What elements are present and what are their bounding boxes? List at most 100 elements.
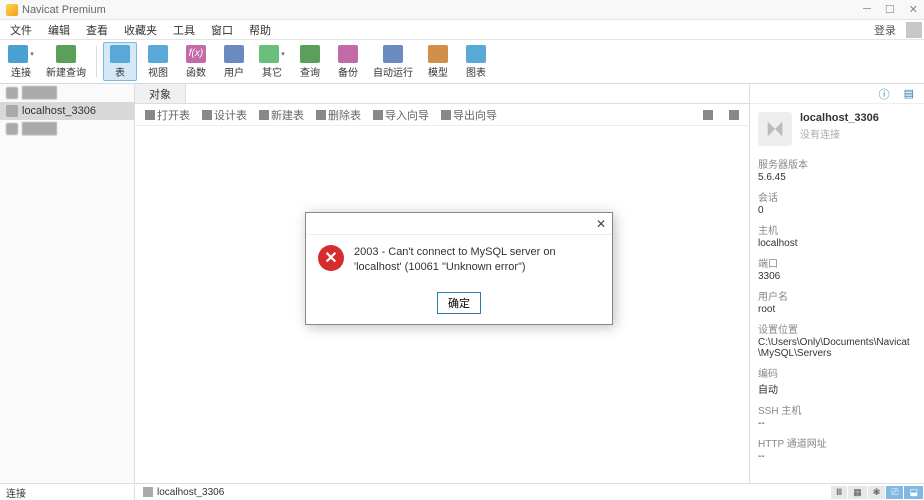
prop-3: 端口3306	[758, 255, 916, 282]
prop-key: 设置位置	[758, 321, 916, 336]
subtoolbar-4[interactable]: 导入向导	[367, 105, 435, 125]
prop-8: HTTP 通道网址--	[758, 435, 916, 462]
connection-name: localhost_3306	[800, 112, 879, 124]
toolbar-obj-6-label: 备份	[338, 64, 358, 79]
toolbar-obj-0[interactable]: 表	[103, 42, 137, 81]
prop-key: SSH 主机	[758, 402, 916, 417]
toolbar-obj-7[interactable]: 自动运行	[369, 42, 417, 81]
toolbar-obj-5-label: 查询	[300, 64, 320, 79]
toolbar-obj-1[interactable]: 视图	[141, 42, 175, 81]
prop-value: root	[758, 304, 916, 315]
tool-icon	[145, 110, 155, 120]
seg-3[interactable]: ❃	[868, 486, 886, 499]
minimize-icon[interactable]: ─	[863, 3, 871, 16]
toolbar-separator	[96, 46, 97, 77]
connection-icon	[758, 112, 792, 146]
toolbar-0-icon	[8, 45, 28, 63]
toolbar-1-icon	[56, 45, 76, 63]
prop-key: 服务器版本	[758, 156, 916, 171]
sidebar-label: █████	[22, 87, 56, 99]
seg-2[interactable]: ▦	[848, 486, 867, 499]
status-right: Ⅲ ▦ ❃ ⎚ ⬓	[831, 486, 924, 499]
sidebar-label: █████	[22, 123, 56, 135]
toolbar-0[interactable]: ▾ 连接	[4, 42, 38, 81]
subtoolbar-label: 打开表	[157, 107, 190, 123]
chevron-down-icon: ▾	[281, 50, 285, 58]
toolbar-obj-4-label: 其它	[262, 64, 282, 79]
tool-icon	[373, 110, 383, 120]
subtoolbar-5[interactable]: 导出向导	[435, 105, 503, 125]
maximize-icon[interactable]: ☐	[885, 3, 895, 16]
seg-4[interactable]: ⎚	[886, 486, 903, 499]
prop-0: 服务器版本5.6.45	[758, 156, 916, 183]
info-icon[interactable]: ⓘ	[879, 86, 890, 102]
toolbar-obj-3-icon	[224, 45, 244, 63]
toolbar-obj-3[interactable]: 用户	[217, 42, 251, 81]
error-icon: ✕	[318, 245, 344, 271]
seg-1[interactable]: Ⅲ	[831, 486, 847, 499]
prop-value: --	[758, 418, 916, 429]
prop-value: 0	[758, 205, 916, 216]
chevron-down-icon: ▾	[30, 50, 34, 58]
toolbar-obj-2[interactable]: f(x)函数	[179, 42, 213, 81]
prop-value: C:\Users\Only\Documents\Navicat\MySQL\Se…	[758, 337, 916, 359]
db-icon	[6, 123, 18, 135]
view-toggle-icon[interactable]	[697, 108, 719, 122]
toolbar-obj-5[interactable]: 查询	[293, 42, 327, 81]
toolbar-obj-4[interactable]: ▾ 其它	[255, 42, 289, 81]
toolbar-obj-6-icon	[338, 45, 358, 63]
list-icon[interactable]: ▤	[904, 87, 914, 100]
toolbar-obj-8[interactable]: 模型	[421, 42, 455, 81]
avatar-icon[interactable]	[906, 22, 922, 38]
login-link[interactable]: 登录	[868, 22, 902, 38]
toolbar-obj-7-label: 自动运行	[373, 64, 413, 79]
dialog-ok-button[interactable]: 确定	[437, 292, 481, 314]
right-panel: ⓘ ▤ localhost_3306 没有连接 服务器版本5.6.45会话0主机…	[749, 84, 924, 483]
sidebar: █████ localhost_3306 █████	[0, 84, 135, 483]
menu-6[interactable]: 帮助	[241, 22, 279, 38]
toolbar-obj-6[interactable]: 备份	[331, 42, 365, 81]
tool-icon	[441, 110, 451, 120]
status-left: 连接	[0, 485, 135, 500]
subtoolbar-1[interactable]: 设计表	[196, 105, 253, 125]
prop-7: SSH 主机--	[758, 402, 916, 429]
tool-icon	[202, 110, 212, 120]
seg-5[interactable]: ⬓	[904, 486, 923, 499]
subtoolbar-label: 新建表	[271, 107, 304, 123]
subtoolbar-label: 导出向导	[453, 107, 497, 123]
subtoolbar-3[interactable]: 删除表	[310, 105, 367, 125]
menu-0[interactable]: 文件	[2, 22, 40, 38]
subtoolbar-label: 删除表	[328, 107, 361, 123]
sidebar-item-1[interactable]: localhost_3306	[0, 102, 134, 120]
dialog-close-icon[interactable]: ✕	[596, 217, 606, 231]
toolbar-obj-0-icon	[110, 45, 130, 63]
error-dialog: ✕ ✕ 2003 - Can't connect to MySQL server…	[305, 212, 613, 325]
tool-icon	[316, 110, 326, 120]
subtoolbar-2[interactable]: 新建表	[253, 105, 310, 125]
menu-3[interactable]: 收藏夹	[116, 22, 165, 38]
menu-4[interactable]: 工具	[165, 22, 203, 38]
subtoolbar-0[interactable]: 打开表	[139, 105, 196, 125]
status-connection: localhost_3306	[157, 487, 224, 498]
prop-value: localhost	[758, 238, 916, 249]
toolbar-0-label: 连接	[11, 64, 31, 79]
sidebar-item-2[interactable]: █████	[0, 120, 134, 138]
menu-5[interactable]: 窗口	[203, 22, 241, 38]
menu-2[interactable]: 查看	[78, 22, 116, 38]
toolbar-obj-2-label: 函数	[186, 64, 206, 79]
toolbar-1[interactable]: 新建查询	[42, 42, 90, 81]
sidebar-item-0[interactable]: █████	[0, 84, 134, 102]
refresh-icon[interactable]	[723, 108, 745, 122]
prop-4: 用户名root	[758, 288, 916, 315]
toolbar-obj-1-icon	[148, 45, 168, 63]
window-controls: ─ ☐ ✕	[863, 3, 918, 16]
toolbar-obj-2-icon: f(x)	[186, 45, 206, 63]
toolbar-obj-9[interactable]: 图表	[459, 42, 493, 81]
tab-objects[interactable]: 对象	[135, 84, 186, 103]
prop-value: 3306	[758, 271, 916, 282]
close-icon[interactable]: ✕	[909, 3, 918, 16]
toolbar-obj-1-label: 视图	[148, 64, 168, 79]
app-logo-icon	[6, 4, 18, 16]
menu-1[interactable]: 编辑	[40, 22, 78, 38]
toolbar: ▾ 连接新建查询 表视图 f(x)函数用户 ▾ 其它 查询 备份自动运行模型图表	[0, 40, 924, 84]
